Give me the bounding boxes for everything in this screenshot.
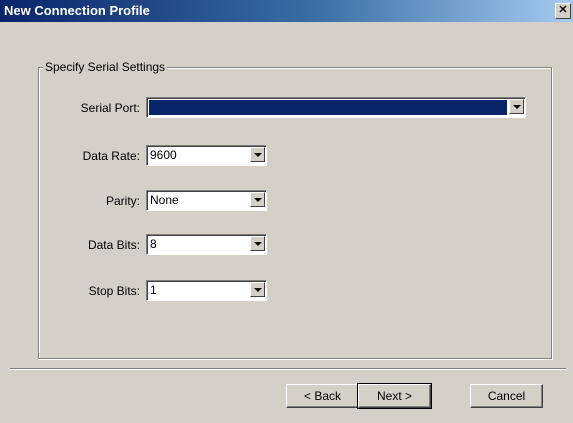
- data-bits-value: 8: [150, 237, 157, 251]
- stop-bits-value: 1: [150, 283, 157, 297]
- title-bar: New Connection Profile ✕: [0, 0, 573, 22]
- selection-highlight: [149, 100, 507, 115]
- parity-value: None: [150, 193, 179, 207]
- parity-dropdown-button[interactable]: [250, 192, 265, 207]
- chevron-down-icon: [254, 288, 262, 292]
- back-button[interactable]: < Back: [286, 384, 359, 408]
- chevron-down-icon: [254, 198, 262, 202]
- stop-bits-label: Stop Bits:: [88, 284, 140, 298]
- stop-bits-select[interactable]: 1: [146, 280, 267, 301]
- button-separator: [10, 368, 566, 370]
- serial-port-label: Serial Port:: [80, 101, 140, 115]
- chevron-down-icon: [254, 153, 262, 157]
- data-bits-label: Data Bits:: [87, 238, 140, 252]
- data-rate-value: 9600: [150, 148, 177, 162]
- parity-select[interactable]: None: [146, 190, 267, 211]
- serial-port-select[interactable]: [146, 97, 526, 118]
- data-rate-select[interactable]: 9600: [146, 145, 267, 166]
- stop-bits-dropdown-button[interactable]: [250, 282, 265, 297]
- next-button[interactable]: Next >: [357, 383, 432, 409]
- chevron-down-icon: [513, 105, 521, 109]
- data-rate-label: Data Rate:: [82, 149, 140, 163]
- serial-port-dropdown-button[interactable]: [509, 99, 524, 114]
- cancel-button[interactable]: Cancel: [470, 384, 543, 408]
- chevron-down-icon: [254, 242, 262, 246]
- data-bits-select[interactable]: 8: [146, 234, 267, 255]
- window-title: New Connection Profile: [4, 3, 150, 18]
- dialog-body: Specify Serial Settings Serial Port: Dat…: [0, 22, 573, 423]
- next-button-label: Next >: [376, 389, 412, 403]
- group-legend: Specify Serial Settings: [43, 60, 168, 74]
- parity-label: Parity:: [105, 194, 140, 208]
- close-button[interactable]: ✕: [555, 3, 571, 19]
- data-rate-dropdown-button[interactable]: [250, 147, 265, 162]
- data-bits-dropdown-button[interactable]: [250, 236, 265, 251]
- close-icon: ✕: [558, 4, 568, 16]
